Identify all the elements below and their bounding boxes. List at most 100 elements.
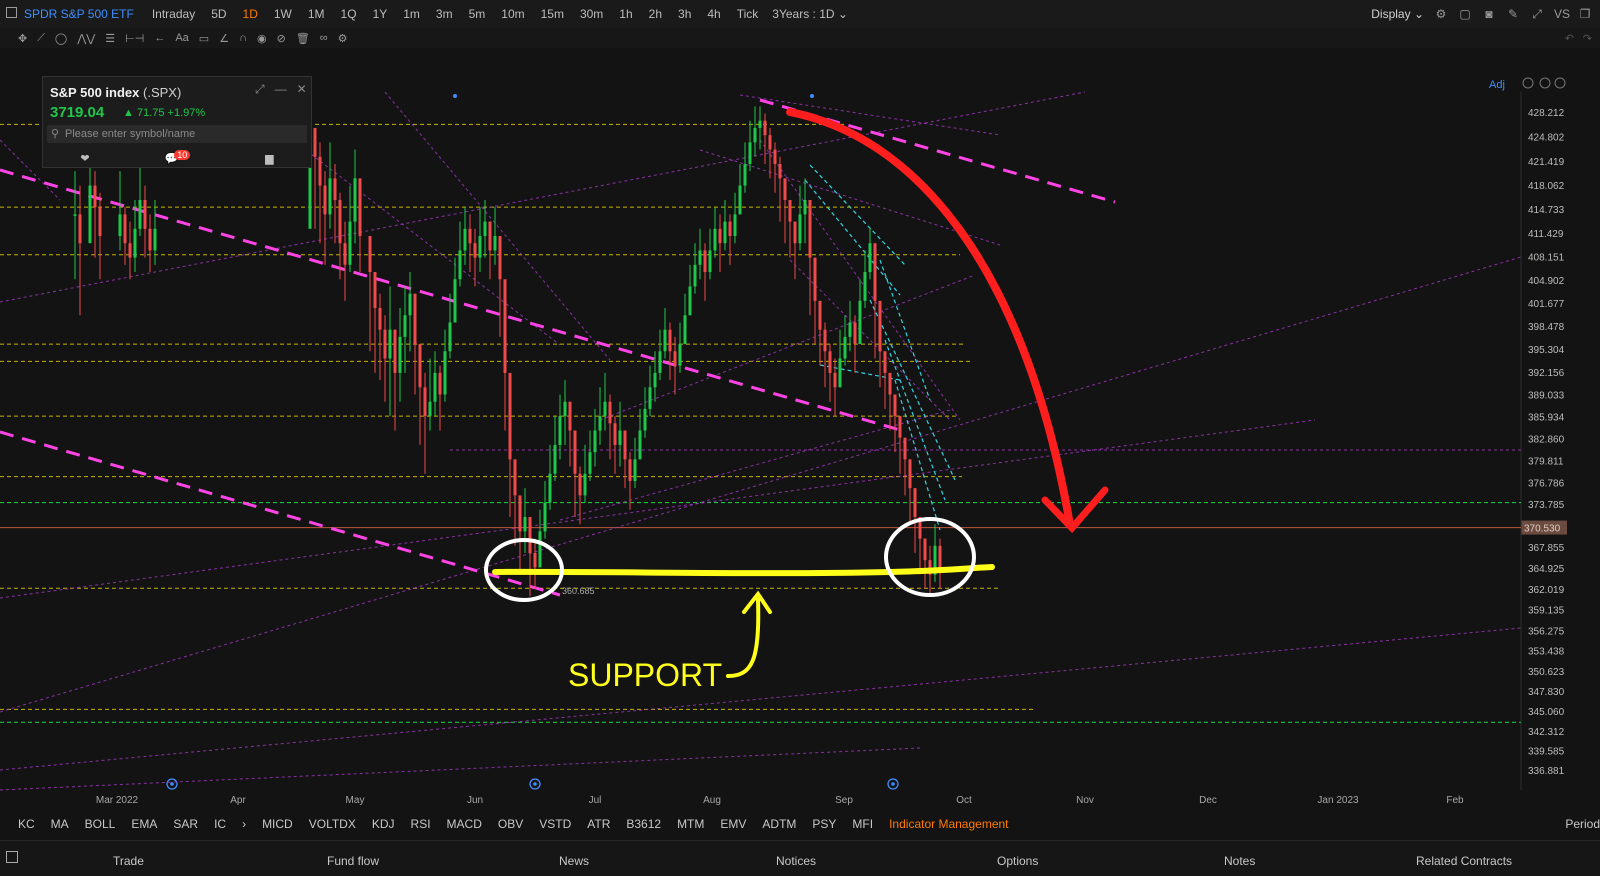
indicator-item[interactable]: IC	[206, 817, 234, 831]
candle-body	[878, 300, 882, 352]
indicator-item[interactable]: KC	[10, 817, 43, 831]
pattern-tool-icon[interactable]: ⋀⋁	[77, 32, 95, 45]
fib-tool-icon[interactable]: ☰	[105, 32, 115, 45]
timeframe-tab[interactable]: 1Y	[365, 7, 396, 21]
expand-icon[interactable]: ⤢	[1530, 7, 1544, 21]
indicator-item[interactable]: EMV	[712, 817, 754, 831]
undo-icon[interactable]: ↶	[1565, 32, 1574, 45]
candle-body	[693, 264, 697, 287]
candle-body	[503, 279, 507, 373]
indicator-item[interactable]: BOLL	[77, 817, 124, 831]
timeframe-tab[interactable]: 1h	[611, 7, 640, 21]
close-icon[interactable]: ✕	[297, 82, 307, 97]
symbol-title[interactable]: SPDR S&P 500 ETF	[24, 7, 134, 21]
indicator-item[interactable]: PSY	[804, 817, 844, 831]
price-axis-label: 408.151	[1528, 253, 1565, 264]
trash-icon[interactable]: 🗑	[296, 32, 310, 45]
measure-tool-icon[interactable]: ⊢⊣	[125, 32, 144, 45]
indicator-item[interactable]: ADTM	[754, 817, 804, 831]
comment-button[interactable]: 💬10	[165, 149, 191, 165]
line-tool-icon[interactable]: ⟋	[37, 32, 45, 45]
bottom-tab[interactable]: Trade	[113, 854, 144, 868]
arrow-tool-icon[interactable]: ←	[154, 32, 165, 44]
indicator-item[interactable]: MFI	[844, 817, 881, 831]
timeframe-tab[interactable]: 1M	[300, 7, 333, 21]
bottom-tab[interactable]: Fund flow	[327, 854, 379, 868]
timeframe-tab[interactable]: 5D	[203, 7, 234, 21]
comment-tool-icon[interactable]: ▭	[199, 32, 209, 45]
timeframe-tab[interactable]: 4h	[699, 7, 728, 21]
candle-body	[538, 531, 542, 568]
candle-body	[938, 545, 942, 568]
date-axis-label: Dec	[1199, 795, 1217, 806]
camera-icon[interactable]: ◙	[1482, 7, 1496, 21]
circle-tool-icon[interactable]: ◯	[55, 32, 67, 45]
indicator-item[interactable]: VSTD	[531, 817, 579, 831]
window-icon[interactable]	[6, 7, 17, 18]
symbol-search-input[interactable]	[65, 125, 301, 143]
red-arrow-annotation	[786, 108, 1074, 529]
candle-body	[808, 199, 812, 258]
popout-icon[interactable]: ⤢	[255, 82, 265, 97]
magnet-icon[interactable]: ∩	[239, 32, 247, 44]
minimize-icon[interactable]: —	[275, 82, 287, 97]
indicator-item[interactable]: RSI	[403, 817, 439, 831]
brush-tool-icon[interactable]: ∠	[219, 32, 229, 45]
indicator-item[interactable]: MA	[43, 817, 77, 831]
bottom-tab[interactable]: Options	[997, 854, 1038, 868]
indicator-item[interactable]: B3612	[618, 817, 669, 831]
timeframe-tab[interactable]: Intraday	[144, 7, 203, 21]
layout-icon[interactable]: ▢	[1458, 7, 1472, 21]
timeframe-tab[interactable]: 30m	[572, 7, 611, 21]
timeframe-tab[interactable]: 1Q	[333, 7, 365, 21]
indicator-item[interactable]: KDJ	[364, 817, 403, 831]
indicator-item[interactable]: MACD	[439, 817, 490, 831]
indicator-item[interactable]: EMA	[123, 817, 165, 831]
settings-icon[interactable]: ⚙	[1434, 7, 1448, 21]
indicator-item[interactable]: SAR	[165, 817, 206, 831]
bottom-tab[interactable]: Related Contracts	[1416, 854, 1512, 868]
indicator-item[interactable]: MICD	[254, 817, 301, 831]
bottom-tab[interactable]: News	[559, 854, 589, 868]
bottom-tab[interactable]: Notices	[776, 854, 816, 868]
pen-icon[interactable]: ✎	[1506, 7, 1520, 21]
indicator-item[interactable]: VOLTDX	[301, 817, 364, 831]
indicator-management-button[interactable]: Indicator Management	[881, 817, 1016, 831]
adj-label[interactable]: Adj	[1489, 79, 1505, 91]
eye-icon[interactable]: ◉	[257, 32, 267, 45]
candle-body	[698, 250, 702, 265]
bottom-tab[interactable]: Notes	[1224, 854, 1255, 868]
hide-icon[interactable]: ⊘	[277, 32, 286, 45]
crosshair-icon[interactable]: ✥	[18, 32, 27, 45]
indicator-item[interactable]: ATR	[579, 817, 618, 831]
zoom-control-icon	[1522, 77, 1534, 89]
timeframe-tab[interactable]: 15m	[533, 7, 572, 21]
display-button[interactable]: Display ⌄	[1371, 7, 1424, 21]
timeframe-tab[interactable]: 5m	[461, 7, 494, 21]
timeframe-tab[interactable]: 10m	[493, 7, 532, 21]
timeframe-tab[interactable]: 2h	[641, 7, 670, 21]
range-selector[interactable]: 3Years : 1D ⌄	[772, 7, 848, 21]
timeframe-tab[interactable]: 1D	[235, 7, 266, 21]
indicator-item[interactable]: OBV	[490, 817, 531, 831]
heart-icon[interactable]: ❤	[80, 152, 89, 165]
text-tool-icon[interactable]: Aa	[175, 32, 188, 44]
redo-icon[interactable]: ↷	[1583, 32, 1592, 45]
timeframe-tab[interactable]: 3h	[670, 7, 699, 21]
link-icon[interactable]: ∞	[320, 32, 328, 44]
candle-body	[628, 459, 632, 481]
timeframe-tab[interactable]: Tick	[729, 7, 767, 21]
panel-toggle-icon[interactable]	[6, 851, 18, 863]
timeframe-tab[interactable]: 1W	[266, 7, 300, 21]
window-restore-icon[interactable]: ❐	[1578, 7, 1592, 21]
compare-icon[interactable]: VS	[1554, 7, 1570, 21]
period-button[interactable]: Period	[1565, 817, 1600, 831]
candle-body	[603, 401, 607, 417]
indicator-item[interactable]: MTM	[669, 817, 712, 831]
folder-icon[interactable]: ▆	[265, 152, 273, 165]
timeframe-tab[interactable]: 1m	[395, 7, 428, 21]
candle-body	[338, 199, 342, 244]
chevron-right-icon[interactable]: ›	[234, 817, 254, 831]
timeframe-tab[interactable]: 3m	[428, 7, 461, 21]
gear-icon[interactable]: ⚙	[338, 32, 348, 45]
